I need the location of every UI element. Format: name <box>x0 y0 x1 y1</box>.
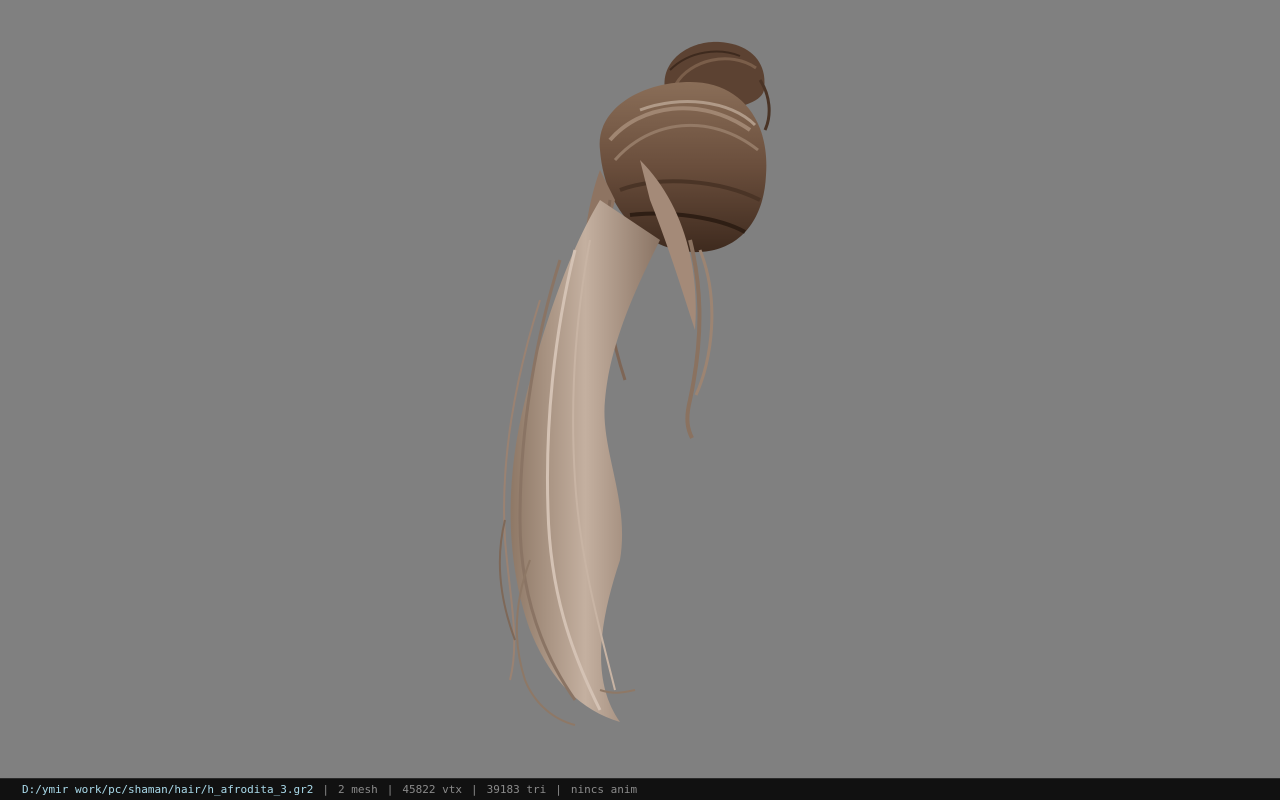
3d-viewport[interactable] <box>0 0 1280 778</box>
separator: | <box>471 783 478 796</box>
hair-long-tail <box>498 200 660 726</box>
triangle-count: 39183 tri <box>486 783 547 796</box>
separator: | <box>555 783 562 796</box>
separator: | <box>322 783 330 796</box>
vertex-count: 45822 vtx <box>402 783 463 796</box>
hair-model-render <box>498 41 771 726</box>
file-path: D:/ymir work/pc/shaman/hair/h_afrodita_3… <box>22 783 314 796</box>
separator: | <box>386 783 394 796</box>
status-bar: D:/ymir work/pc/shaman/hair/h_afrodita_3… <box>0 778 1280 800</box>
mesh-count: 2 mesh <box>338 783 378 796</box>
animation-status: nincs anim <box>570 783 638 796</box>
